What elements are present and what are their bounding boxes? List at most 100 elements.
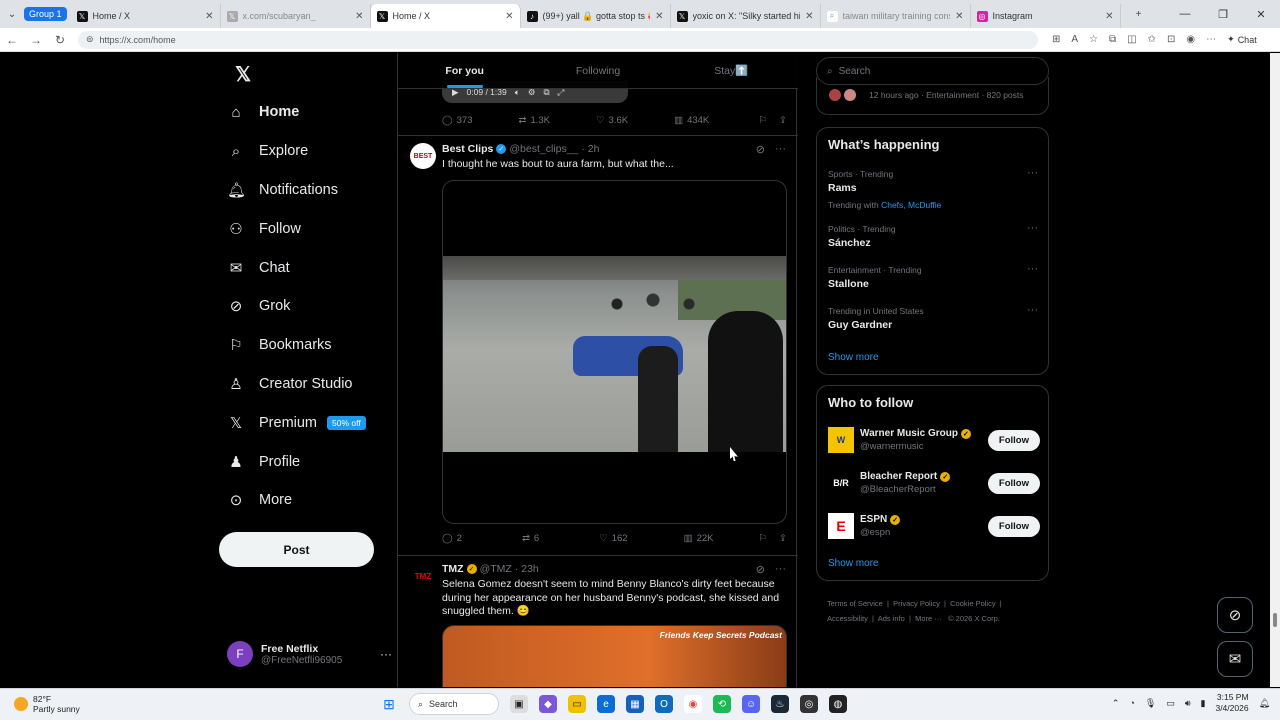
close-tab-icon[interactable]: ✕ (205, 11, 213, 22)
video-media[interactable] (442, 180, 787, 524)
back-arrow-icon[interactable]: ← (0, 33, 24, 47)
nav-follow[interactable]: ⚇ Follow (227, 209, 366, 248)
browser-tab[interactable]: ◎ Instagram ✕ (971, 4, 1121, 28)
profile-avatar-icon[interactable]: ◉ (1186, 34, 1195, 45)
more-dots-icon[interactable]: ··· (1027, 304, 1038, 316)
tab-following[interactable]: Following (531, 53, 664, 88)
close-tab-icon[interactable]: ✕ (805, 11, 813, 22)
copilot-chat-button[interactable]: ✦ Chat (1227, 34, 1257, 45)
collections-icon[interactable]: ⊡ (1167, 34, 1175, 45)
outlook-icon[interactable]: O (655, 695, 673, 713)
nav-bookmarks[interactable]: ⚐ Bookmarks (227, 326, 366, 365)
nav-chat[interactable]: ✉ Chat (227, 248, 366, 287)
browser-tab[interactable]: 𝕏x.com/scubaryan_ ✕ (221, 4, 371, 28)
discord-icon[interactable]: ☺ (742, 695, 760, 713)
reply-button[interactable]: ◯ 2 (442, 533, 462, 544)
post-time[interactable]: · 23h (515, 563, 539, 575)
follow-button[interactable]: Follow (987, 515, 1040, 537)
avatar[interactable]: TMZ (410, 563, 436, 589)
more-dots-icon[interactable]: ··· (1027, 167, 1038, 179)
browser-tab[interactable]: 𝕏yoxic on X: "Silky started his stre✕ (671, 4, 821, 28)
nav-creator-studio[interactable]: ♙ Creator Studio (227, 365, 366, 404)
chevron-up-icon[interactable]: ⌃ (1112, 698, 1120, 709)
post-button[interactable]: Post (219, 532, 374, 567)
forward-arrow-icon[interactable]: → (24, 33, 48, 47)
volume-icon[interactable]: 🔊︎ (1185, 698, 1191, 709)
maximize-icon[interactable]: ❐ (1204, 0, 1242, 28)
like-button[interactable]: ♡ 3.6K (596, 115, 628, 126)
author-handle[interactable]: @TMZ (480, 563, 512, 575)
chrome-icon[interactable]: ◉ (684, 695, 702, 713)
share-button[interactable]: ⇪ (779, 533, 787, 544)
browser-tab[interactable]: ⌕ taiwan military training consist ✕ (821, 4, 971, 28)
new-tab-button[interactable]: + (1127, 0, 1151, 28)
refresh-icon[interactable]: ↻ (48, 33, 72, 47)
trend-item[interactable]: Trending in United States Guy Gardner ··… (828, 304, 1038, 331)
search-input[interactable]: ⌕ Search (816, 57, 1049, 85)
repost-button[interactable]: ⇄ 6 (522, 533, 539, 544)
favorite-star-icon[interactable]: ☆ (1089, 34, 1098, 45)
follow-suggestion[interactable]: E ESPN ✓ @espn Follow (828, 512, 1040, 540)
notifications-icon[interactable]: 🔔︎ (1259, 698, 1270, 709)
page-scrollbar[interactable] (1270, 53, 1280, 687)
windows-start-icon[interactable]: ⊞ (380, 695, 398, 713)
close-window-icon[interactable]: ✕ (1242, 0, 1280, 28)
tab-for-you[interactable]: For you (398, 53, 531, 88)
nav-more[interactable]: ⊙ More (227, 481, 366, 520)
show-more-link[interactable]: Show more (828, 352, 879, 363)
trend-item[interactable]: Politics · Trending Sánchez ··· (828, 222, 1038, 249)
nav-grok[interactable]: ⊘ Grok (227, 287, 366, 326)
app-icon[interactable]: ◍ (829, 695, 847, 713)
mic-icon[interactable]: 🎙︎ (1145, 698, 1156, 709)
trend-item[interactable]: Entertainment · Trending Stallone ··· (828, 263, 1038, 290)
grok-icon[interactable]: ⊘ (756, 563, 765, 576)
author-name[interactable]: Best Clips (442, 143, 493, 155)
like-button[interactable]: ♡ 162 (599, 533, 627, 544)
extensions-icon[interactable]: ⧉ (1109, 34, 1116, 45)
favorites-icon[interactable]: ✩ (1148, 34, 1156, 45)
bookmark-button[interactable]: ⚐ (759, 533, 768, 544)
grok-icon[interactable]: ⊘ (756, 143, 765, 156)
app-icon[interactable]: ◎ (800, 695, 818, 713)
more-dots-icon[interactable]: ··· (1027, 263, 1038, 275)
scrollbar-thumb[interactable] (1273, 613, 1277, 627)
footer-link[interactable]: Accessibility (827, 614, 868, 623)
app-available-icon[interactable]: ⊞ (1052, 34, 1060, 45)
task-view-icon[interactable]: ▣ (510, 695, 528, 713)
browser-tab[interactable]: ♪(99+) yall 🔒 gotta stop ts 🥰🥰✕ (521, 4, 671, 28)
account-switcher[interactable]: F Free Netflix @FreeNetfli96905 ··· (227, 641, 392, 667)
more-dots-icon[interactable]: ··· (775, 143, 786, 156)
taskbar-search[interactable]: ⌕ Search (409, 693, 499, 715)
nav-profile[interactable]: ♟ Profile (227, 442, 366, 481)
messages-float-button[interactable]: ✉ (1217, 641, 1253, 677)
more-dots-icon[interactable]: ··· (1027, 222, 1038, 234)
browser-tab-active[interactable]: 𝕏 Home / X ✕ (370, 4, 521, 28)
follow-suggestion[interactable]: W Warner Music Group ✓ @warnermusic Follow (828, 426, 1040, 454)
tab-actions-menu[interactable]: ⌄ (0, 0, 24, 28)
nav-explore[interactable]: ⌕ Explore (227, 132, 366, 171)
bookmark-button[interactable]: ⚐ (759, 115, 768, 126)
footer-link[interactable]: Privacy Policy (893, 599, 940, 608)
steam-icon[interactable]: ♨ (771, 695, 789, 713)
site-info-icon[interactable]: ⊜ (86, 34, 94, 45)
store-icon[interactable]: ▦ (626, 695, 644, 713)
trend-item[interactable]: Sports · Trending Rams Trending with Che… (828, 167, 1038, 210)
footer-link[interactable]: Ads info (878, 614, 905, 623)
follow-button[interactable]: Follow (987, 429, 1040, 451)
more-dots-icon[interactable]: ··· (380, 647, 392, 661)
minimize-icon[interactable]: — (1166, 0, 1204, 28)
close-tab-icon[interactable]: ✕ (655, 11, 663, 22)
app-icon[interactable]: ◆ (539, 695, 557, 713)
network-icon[interactable]: ◔ (1129, 698, 1134, 708)
app-icon[interactable]: ⟲ (713, 695, 731, 713)
image-media[interactable]: Friends Keep Secrets Podcast (442, 625, 787, 687)
edge-icon[interactable]: e (597, 695, 615, 713)
tab-group-chip[interactable]: Group 1 (24, 7, 67, 21)
repost-button[interactable]: ⇄ 1.3K (519, 115, 551, 126)
close-tab-icon[interactable]: ✕ (955, 11, 963, 22)
clock[interactable]: 3:15 PM 3/4/2026 (1215, 692, 1248, 714)
close-tab-icon[interactable]: ✕ (1105, 11, 1113, 22)
nav-notifications[interactable]: 🔔︎ Notifications (227, 171, 366, 210)
more-dots-icon[interactable]: ··· (775, 563, 786, 576)
footer-link[interactable]: Terms of Service (827, 599, 883, 608)
